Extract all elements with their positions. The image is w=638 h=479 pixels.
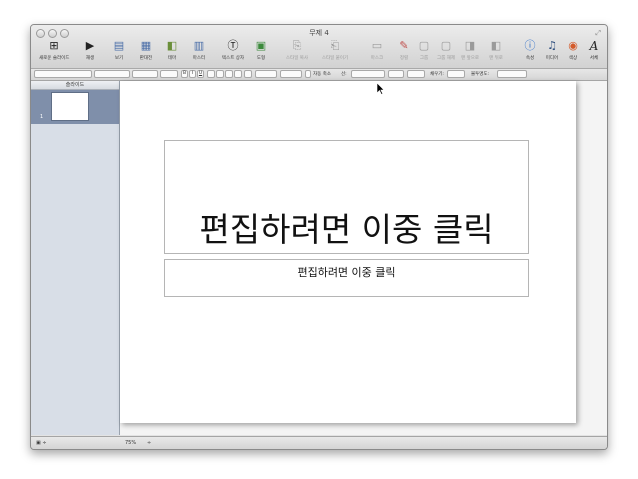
subtitle-placeholder-text: 편집하려면 이중 클릭	[297, 266, 396, 279]
subtitle-placeholder[interactable]: 편집하려면 이중 클릭	[164, 259, 529, 297]
bold-button[interactable]: B	[181, 70, 188, 78]
title-placeholder[interactable]: 편집하려면 이중 클릭	[164, 140, 529, 254]
paste-style-button[interactable]: ⎗ 스타일 붙이기	[320, 39, 350, 66]
line-width-select[interactable]	[388, 70, 404, 78]
status-bar: ▣ ÷ 75% ÷	[31, 436, 607, 449]
fill-color-well[interactable]	[447, 70, 465, 78]
theme-button[interactable]: ◧ 테마	[157, 39, 187, 66]
theme-icon: ◧	[166, 39, 178, 52]
navigator-header: 슬라이드	[31, 81, 119, 90]
play-button[interactable]: ▶ 재생	[75, 39, 105, 66]
window-title: 무제 4	[309, 29, 329, 37]
shapes-button[interactable]: ▣ 도형	[246, 39, 276, 66]
paste-style-icon: ⎗	[330, 39, 340, 52]
columns-select[interactable]	[280, 70, 302, 78]
new-slide-icon: ⊞	[49, 39, 59, 52]
play-icon: ▶	[85, 39, 95, 52]
line-label: 선:	[341, 72, 347, 77]
text-color-select[interactable]	[255, 70, 277, 78]
italic-button[interactable]: I	[189, 70, 196, 78]
master-button[interactable]: ▥ 마스터	[184, 39, 214, 66]
title-bar: 무제 4 ⤢ ⊞ 새로운 슬라이드 ▶ 재생 ▤ 보기 ▦ 판대전 ◧ 테마 ▥…	[31, 25, 607, 69]
mask-button[interactable]: ▭ 마스크	[362, 39, 392, 66]
zoom-stepper[interactable]: ÷	[147, 440, 151, 446]
line-color-well[interactable]	[407, 70, 425, 78]
font-size-select[interactable]	[160, 70, 178, 78]
opacity-select[interactable]	[497, 70, 527, 78]
slide-number: 1	[40, 114, 44, 120]
text-box-icon: Ⓣ	[227, 39, 239, 52]
autofit-checkbox[interactable]	[305, 70, 311, 78]
align-left-button[interactable]	[207, 70, 215, 78]
send-to-back-icon: ◧	[490, 39, 502, 52]
format-bar: B I U 자동 축소 선: 채우기: 불투명도:	[31, 69, 607, 81]
autofit-label: 자동 축소	[313, 72, 331, 77]
style-select[interactable]	[34, 70, 92, 78]
new-slide-button[interactable]: ⊞ 새로운 슬라이드	[39, 39, 69, 66]
opacity-label: 불투명도:	[471, 72, 490, 77]
mouse-pointer-icon	[377, 83, 385, 95]
master-icon: ▥	[193, 39, 205, 52]
send-to-back-button[interactable]: ◧ 맨 뒤로	[481, 39, 511, 66]
align-right-button[interactable]	[225, 70, 233, 78]
copy-style-icon: ⎘	[292, 39, 302, 52]
view-options-control[interactable]: ▣ ÷	[36, 440, 47, 446]
fonts-button[interactable]: A 서체	[579, 39, 607, 66]
title-placeholder-text: 편집하려면 이중 클릭	[199, 210, 494, 249]
app-window: 무제 4 ⤢ ⊞ 새로운 슬라이드 ▶ 재생 ▤ 보기 ▦ 판대전 ◧ 테마 ▥…	[30, 24, 608, 450]
text-box-button[interactable]: Ⓣ 텍스트 상자	[218, 39, 248, 66]
slide-thumbnail[interactable]	[51, 92, 89, 121]
zoom-value: 75%	[125, 440, 137, 446]
font-family-select[interactable]	[94, 70, 130, 78]
font-typeface-select[interactable]	[132, 70, 158, 78]
line-spacing-button[interactable]	[244, 70, 252, 78]
slide-navigator: 슬라이드 1	[31, 81, 120, 435]
fill-label: 채우기:	[430, 72, 444, 77]
slide-canvas: 편집하려면 이중 클릭 편집하려면 이중 클릭	[120, 81, 607, 435]
view-icon: ▤	[113, 39, 125, 52]
line-style-select[interactable]	[351, 70, 385, 78]
mask-icon: ▭	[371, 39, 383, 52]
copy-style-button[interactable]: ⎘ 스타일 복사	[282, 39, 312, 66]
toolbar-toggle-icon[interactable]: ⤢	[595, 29, 601, 38]
shapes-icon: ▣	[255, 39, 267, 52]
underline-button[interactable]: U	[197, 70, 204, 78]
view-button[interactable]: ▤ 보기	[104, 39, 134, 66]
justify-button[interactable]	[234, 70, 242, 78]
font-icon: A	[589, 39, 599, 53]
slide[interactable]: 편집하려면 이중 클릭 편집하려면 이중 클릭	[120, 81, 576, 423]
align-center-button[interactable]	[216, 70, 224, 78]
